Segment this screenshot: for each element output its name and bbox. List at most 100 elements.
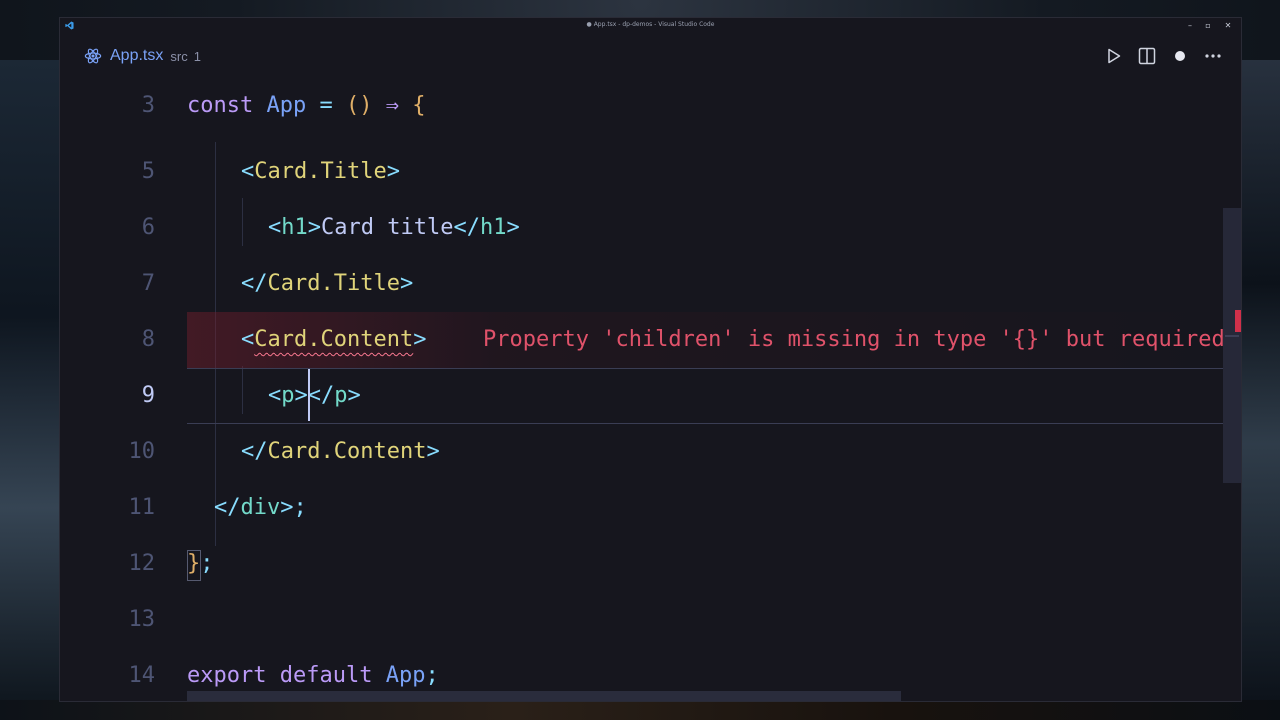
code-token: > <box>413 327 427 352</box>
code-token: p <box>334 383 348 408</box>
code-token: } <box>187 551 201 576</box>
code-token-error[interactable]: Card.Content <box>254 327 413 352</box>
code-token: export <box>187 663 267 688</box>
editor-actions <box>1091 46 1223 66</box>
more-actions-button[interactable] <box>1203 46 1223 66</box>
code-token: { <box>412 93 426 118</box>
code-text: const App = () ⇒ { <box>187 78 425 134</box>
code-token: > <box>386 159 400 184</box>
close-window-button[interactable]: ✕ <box>1221 20 1235 32</box>
code-token: < <box>268 383 282 408</box>
code-text: <Card.Content> <box>241 312 426 368</box>
line-number: 12 <box>128 551 156 576</box>
code-text: </Card.Title> <box>241 256 413 312</box>
code-token: </ <box>241 439 268 464</box>
horizontal-scrollbar[interactable] <box>187 691 901 701</box>
line-number-active: 9 <box>141 383 155 408</box>
code-token: h1 <box>281 215 308 240</box>
code-line-active: 9 <p></p> <box>60 368 1225 424</box>
code-line: 3 const App = () ⇒ { <box>60 78 1225 134</box>
code-token: ; <box>200 551 214 576</box>
tab-file-name: App.tsx <box>110 47 164 64</box>
code-editor[interactable]: 3 const App = () ⇒ { 5 <Card.Title> 6 <h… <box>60 78 1241 701</box>
code-line: 7 </Card.Title> <box>60 256 1225 312</box>
tab-problem-count: 1 <box>193 48 201 64</box>
run-button[interactable] <box>1104 46 1124 66</box>
line-number: 14 <box>128 663 156 688</box>
vertical-scrollbar[interactable] <box>1223 208 1241 483</box>
unsaved-dot-icon <box>1175 51 1185 61</box>
code-token: () <box>345 93 373 118</box>
code-text: </Card.Content> <box>241 424 440 480</box>
code-line: 6 <h1>Card title</h1> <box>60 200 1225 256</box>
code-token: > <box>347 383 361 408</box>
run-icon <box>1108 48 1121 64</box>
code-token: < <box>268 215 282 240</box>
code-text: <Card.Title> <box>241 144 400 200</box>
code-line-error: 8 <Card.Content> Property 'children' is … <box>60 312 1225 368</box>
code-token: App <box>266 93 307 118</box>
line-number: 6 <box>141 215 155 240</box>
minimize-button[interactable]: – <box>1183 20 1197 32</box>
split-editor-button[interactable] <box>1137 46 1157 66</box>
split-editor-icon <box>1138 47 1156 65</box>
code-token: </ <box>453 215 480 240</box>
more-actions-icon <box>1205 54 1221 58</box>
code-line: 13 <box>60 592 1225 648</box>
code-text: <h1>Card title</h1> <box>268 200 520 256</box>
window-title: ● App.tsx - dp-demos - Visual Studio Cod… <box>586 21 715 28</box>
code-text: </div>; <box>214 480 307 536</box>
react-icon <box>84 48 102 64</box>
code-token: div <box>240 495 281 520</box>
code-token: < <box>241 327 255 352</box>
code-token: </ <box>214 495 241 520</box>
code-token: Card.Title <box>254 159 387 184</box>
code-token: > <box>426 439 440 464</box>
line-number: 3 <box>141 93 155 118</box>
code-token: h1 <box>479 215 507 240</box>
code-token: > <box>294 383 308 408</box>
desktop-wallpaper-right <box>1240 60 1280 700</box>
code-line: 11 </div>; <box>60 480 1225 536</box>
tab-app-tsx[interactable]: App.tsx src 1 <box>84 44 201 68</box>
code-token: default <box>279 663 373 688</box>
code-token: App <box>385 663 426 688</box>
code-token: > <box>307 215 321 240</box>
code-token: > <box>399 271 414 296</box>
inline-error-message: Property 'children' is missing in type '… <box>483 327 1225 352</box>
line-number: 8 <box>141 327 155 352</box>
code-line: 10 </Card.Content> <box>60 424 1225 480</box>
title-bar: ● App.tsx - dp-demos - Visual Studio Cod… <box>60 18 1241 34</box>
code-line: 5 <Card.Title> <box>60 144 1225 200</box>
unsaved-indicator[interactable] <box>1170 46 1190 66</box>
line-number: 10 <box>128 439 156 464</box>
line-number: 5 <box>141 159 155 184</box>
desktop-wallpaper-left <box>0 60 60 700</box>
text-cursor <box>308 369 310 421</box>
code-token: const <box>187 93 254 118</box>
code-token: Card title <box>321 215 454 240</box>
code-text: <p></p> <box>268 368 361 424</box>
code-token: </ <box>307 383 335 408</box>
code-token: </ <box>241 271 268 296</box>
editor-tab-bar: App.tsx src 1 <box>60 34 1241 78</box>
code-token: > <box>506 215 520 240</box>
code-token: = <box>306 93 346 118</box>
desktop-wallpaper-bottom <box>0 700 1280 720</box>
vscode-window: ● App.tsx - dp-demos - Visual Studio Cod… <box>59 17 1242 702</box>
code-token: < <box>241 159 255 184</box>
line-number: 7 <box>141 271 155 296</box>
code-token: ; <box>425 663 439 688</box>
code-token: ⇒ <box>372 93 413 118</box>
error-scroll-marker <box>1235 310 1241 332</box>
code-token: >; <box>280 495 307 520</box>
code-line: 12 }; <box>60 536 1225 592</box>
code-text: }; <box>187 536 214 592</box>
maximize-button[interactable]: ▫ <box>1201 20 1215 32</box>
tab-file-path: src <box>170 48 188 64</box>
code-token: Card.Title <box>267 271 400 296</box>
line-number: 13 <box>128 607 156 632</box>
